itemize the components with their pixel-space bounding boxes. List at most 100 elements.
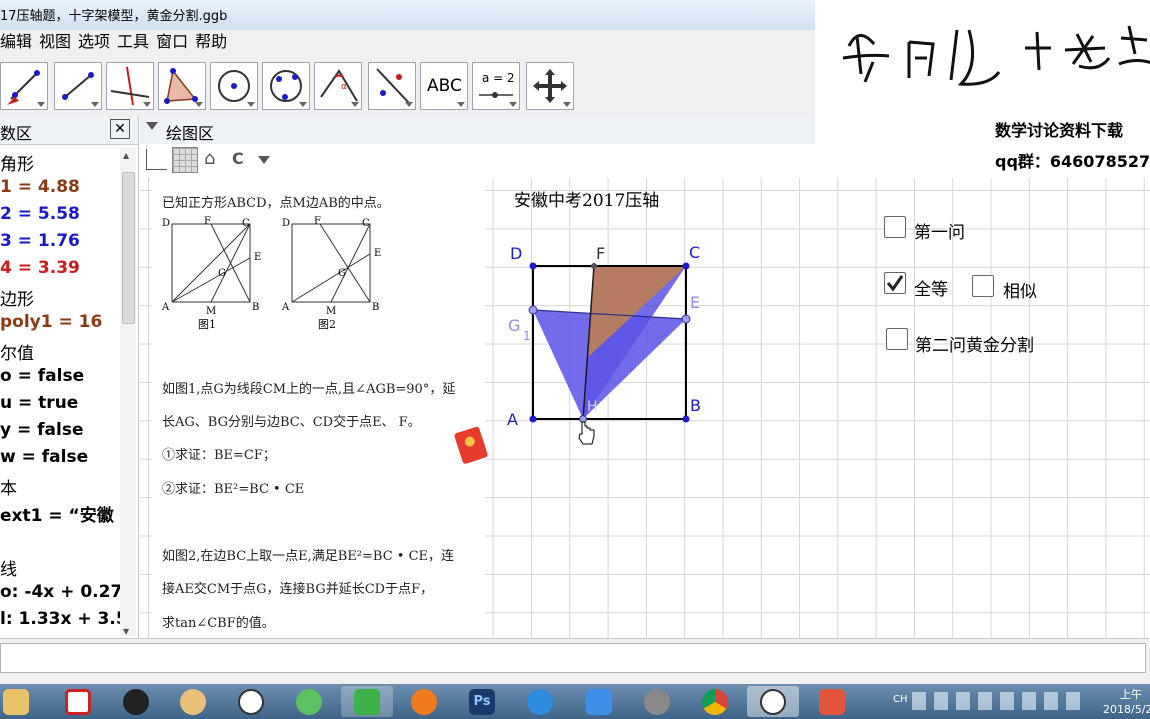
algebra-item[interactable]: 2 = 5.58 bbox=[0, 204, 80, 224]
taskbar-baidu-cloud[interactable] bbox=[514, 686, 566, 717]
conic-tool[interactable] bbox=[262, 62, 310, 110]
label-G-subscript: 1 bbox=[523, 329, 531, 343]
label-C: C bbox=[689, 243, 700, 262]
algebra-category[interactable]: 尔值 bbox=[0, 339, 34, 364]
taskbar-geogebra[interactable] bbox=[225, 686, 277, 717]
taskbar-tornado[interactable] bbox=[631, 686, 683, 717]
checkbox-part2-golden[interactable] bbox=[886, 328, 908, 350]
tray-date[interactable]: 2018/5/2 bbox=[1103, 703, 1150, 716]
algebra-item[interactable]: o: -4x + 0.27y bbox=[0, 582, 133, 602]
menu-options[interactable]: 选项 bbox=[78, 30, 110, 54]
promo-line2: qq群：646078527 bbox=[995, 152, 1150, 171]
point-B[interactable] bbox=[682, 415, 690, 423]
algebra-item[interactable]: 1 = 4.88 bbox=[0, 177, 80, 197]
taskbar-recorder[interactable] bbox=[52, 686, 104, 717]
taskbar-camtasia-red[interactable] bbox=[806, 686, 858, 717]
dropdown-arrow-icon[interactable] bbox=[258, 156, 270, 164]
algebra-category[interactable]: 线 bbox=[0, 555, 17, 580]
checkbox-congruent[interactable] bbox=[884, 272, 906, 294]
grid-toggle-icon[interactable] bbox=[172, 147, 198, 173]
point-F[interactable] bbox=[591, 263, 597, 269]
part2-line3: 求tan∠CBF的值。 bbox=[162, 616, 275, 631]
label-H: H bbox=[587, 399, 598, 415]
taskbar-camtasia[interactable] bbox=[341, 686, 393, 717]
taskbar-firefox[interactable] bbox=[398, 686, 450, 717]
polygon-tool[interactable] bbox=[158, 62, 206, 110]
home-icon[interactable]: ⌂ bbox=[204, 148, 215, 169]
algebra-category[interactable]: 角形 bbox=[0, 150, 34, 175]
geometry-construction[interactable]: 安徽中考2017压轴 D F C E G 1 A H B bbox=[500, 178, 760, 508]
move-point-tool[interactable] bbox=[0, 62, 48, 110]
collapse-triangle-icon[interactable] bbox=[146, 122, 158, 130]
part1-question1: ①求证：BE=CF； bbox=[162, 448, 276, 463]
fig1-label-D: D bbox=[162, 218, 170, 229]
menu-help[interactable]: 帮助 bbox=[195, 30, 227, 54]
firefox-icon bbox=[411, 689, 437, 715]
perpendicular-tool[interactable] bbox=[106, 62, 154, 110]
algebra-item[interactable]: l: 1.33x + 3.5 bbox=[0, 609, 128, 629]
slider-tool[interactable]: a = 2 bbox=[472, 62, 520, 110]
fig2-label-D: D bbox=[282, 218, 290, 229]
close-algebra-button[interactable]: ✕ bbox=[110, 119, 130, 139]
algebra-item[interactable]: w = false bbox=[0, 447, 88, 467]
move-view-tool[interactable] bbox=[526, 62, 574, 110]
menu-view[interactable]: 视图 bbox=[39, 30, 71, 54]
red-envelope-icon[interactable] bbox=[452, 423, 492, 467]
algebra-category[interactable]: 边形 bbox=[0, 285, 34, 310]
taskbar-geogebra-active[interactable] bbox=[747, 686, 799, 717]
tray-language[interactable]: CH bbox=[893, 694, 908, 705]
algebra-scrollbar[interactable]: ▲ ▼ bbox=[120, 148, 136, 636]
taskbar-paint[interactable] bbox=[167, 686, 219, 717]
algebra-item[interactable]: ext1 = “安徽 bbox=[0, 501, 114, 526]
checkbox-congruent-label: 全等 bbox=[914, 280, 948, 300]
checkbox-part1[interactable] bbox=[884, 216, 906, 238]
point-capture-icon[interactable]: C bbox=[232, 149, 244, 168]
algebra-category[interactable]: 本 bbox=[0, 474, 17, 499]
angle-tool[interactable]: α bbox=[314, 62, 362, 110]
checkbox-similar[interactable] bbox=[972, 275, 994, 297]
taskbar-feishu[interactable] bbox=[573, 686, 625, 717]
menu-window[interactable]: 窗口 bbox=[156, 30, 188, 54]
algebra-item[interactable]: u = true bbox=[0, 393, 78, 413]
menu-bar: 编辑 视图 选项 工具 窗口 帮助 bbox=[0, 30, 815, 57]
axes-toggle-icon[interactable] bbox=[146, 149, 167, 170]
label-G: G bbox=[508, 316, 520, 335]
graphics-view: 绘图区 ⌂ C 已知正方形ABCD，点M边AB的中点。 D F C E G A … bbox=[140, 116, 1150, 638]
algebra-item[interactable]: poly1 = 16 bbox=[0, 312, 102, 332]
input-field[interactable] bbox=[0, 643, 1146, 673]
text-icon: ABC bbox=[427, 76, 462, 96]
point-G[interactable] bbox=[528, 305, 538, 315]
fig2-label-C: C bbox=[362, 218, 370, 229]
algebra-item[interactable]: 4 = 3.39 bbox=[0, 258, 80, 278]
toolbar: α ABC a = 2 bbox=[0, 56, 815, 116]
taskbar-photoshop[interactable]: Ps bbox=[456, 686, 508, 717]
point-D[interactable] bbox=[529, 262, 537, 270]
label-E: E bbox=[690, 293, 700, 312]
taskbar-qq[interactable] bbox=[110, 686, 162, 717]
line-tool[interactable] bbox=[54, 62, 102, 110]
taskbar-wechat[interactable] bbox=[283, 686, 335, 717]
problem-statement: 已知正方形ABCD，点M边AB的中点。 D F C E G A M B 图1 D… bbox=[152, 178, 488, 638]
screen-recorder-icon bbox=[65, 689, 91, 715]
taskbar-chrome[interactable] bbox=[689, 686, 741, 717]
construction-title: 安徽中考2017压轴 bbox=[514, 191, 659, 211]
algebra-item[interactable]: o = false bbox=[0, 366, 84, 386]
menu-edit[interactable]: 编辑 bbox=[0, 30, 32, 54]
reflect-tool[interactable] bbox=[368, 62, 416, 110]
menu-tools[interactable]: 工具 bbox=[117, 30, 149, 54]
circle-tool[interactable] bbox=[210, 62, 258, 110]
algebra-item[interactable]: 3 = 1.76 bbox=[0, 231, 80, 251]
text-tool[interactable]: ABC bbox=[420, 62, 468, 110]
fig2-caption: 图2 bbox=[318, 318, 336, 331]
point-A[interactable] bbox=[529, 415, 537, 423]
scrollbar-thumb[interactable] bbox=[122, 172, 135, 324]
part2-line2: 接AE交CM于点G，连接BG并延长CD于点F， bbox=[162, 582, 434, 597]
tray-time[interactable]: 上午 bbox=[1120, 686, 1142, 702]
point-H[interactable] bbox=[579, 415, 587, 423]
taskbar-explorer[interactable] bbox=[0, 686, 42, 717]
algebra-item[interactable]: y = false bbox=[0, 420, 84, 440]
part1-line1: 如图1,点G为线段CM上的一点,且∠AGB=90°，延 bbox=[162, 382, 456, 397]
fig1-label-G: G bbox=[218, 268, 226, 279]
point-C[interactable] bbox=[682, 262, 690, 270]
point-E[interactable] bbox=[681, 314, 691, 324]
